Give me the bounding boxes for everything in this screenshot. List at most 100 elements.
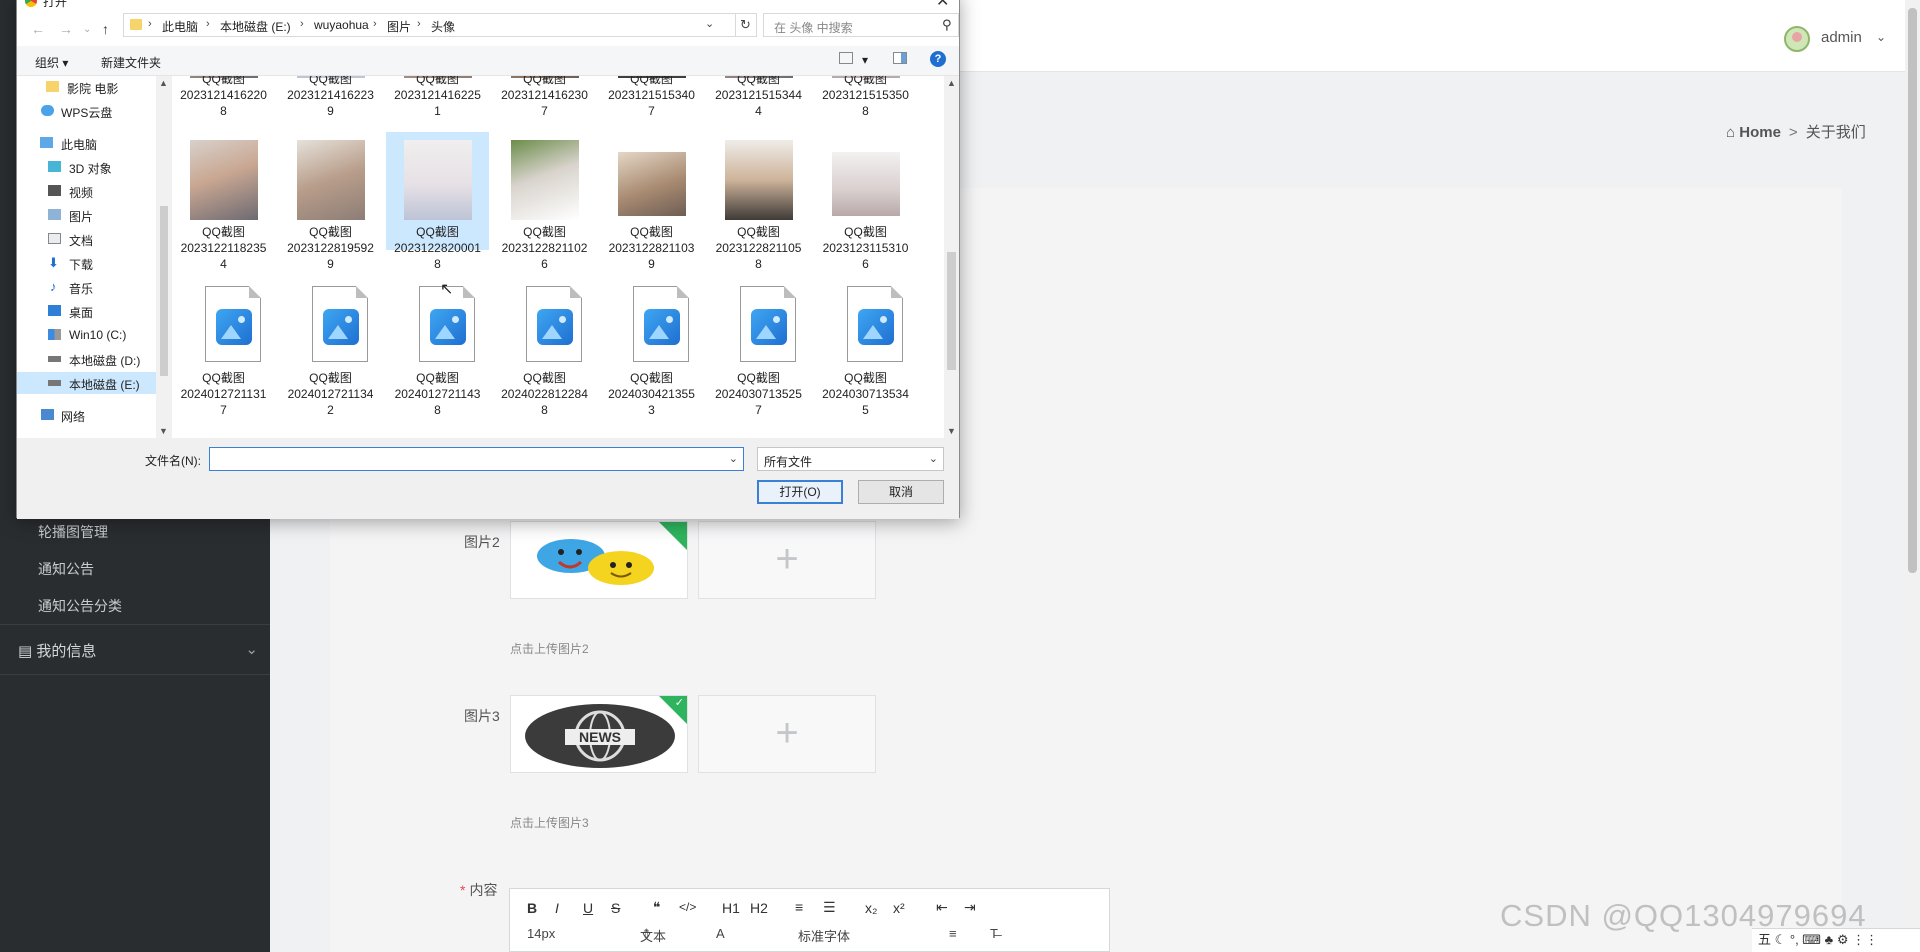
file-tile-selected[interactable]: QQ截图 2023122820001 8 (386, 132, 489, 271)
nav-item-drive-c[interactable]: Win10 (C:) (17, 324, 171, 346)
nav-item-documents[interactable]: 文档 (17, 228, 171, 250)
file-tile[interactable]: QQ截图 2024012721143 8 (386, 278, 489, 417)
open-button[interactable]: 打开(O) (757, 480, 843, 504)
nav-item-downloads[interactable]: ⬇ 下载 (17, 252, 171, 274)
quote-button[interactable]: ❝ (653, 899, 661, 916)
underline-button[interactable]: U (583, 900, 593, 916)
file-tile[interactable]: QQ截图 2024012721134 2 (279, 278, 382, 417)
recent-dropdown-icon[interactable]: ⌄ (83, 24, 91, 35)
cancel-button[interactable]: 取消 (858, 480, 944, 504)
outdent-button[interactable]: ⇤ (936, 899, 948, 916)
sidebar-item-notice[interactable]: 通知公告 (38, 559, 94, 579)
user-menu[interactable]: admin (1821, 29, 1862, 46)
nav-item-network[interactable]: 网络 (17, 404, 171, 426)
nav-item-cinema[interactable]: 影院 电影 (17, 76, 171, 98)
sidebar-group-my-info[interactable]: ▤ 我的信息 ⌄ (18, 640, 258, 661)
nav-item-music[interactable]: ♪ 音乐 (17, 276, 171, 298)
breadcrumb-home[interactable]: Home (1739, 124, 1781, 141)
address-bar[interactable]: › 此电脑 › 本地磁盘 (E:) › wuyaohua › 图片 › 头像 ⌄ (123, 13, 736, 37)
font-family-select[interactable]: 标准字体 (798, 926, 850, 945)
file-tile[interactable]: QQ截图 2023122821102 6 (493, 132, 596, 271)
chevron-down-icon[interactable]: ⌄ (705, 17, 714, 30)
chevron-down-icon[interactable]: ⌄ (1876, 30, 1886, 44)
scroll-up-icon[interactable]: ▲ (947, 78, 956, 88)
rich-text-editor[interactable]: B I U S ❝ </> H1 H2 ≡ ☰ x₂ x² ⇤ ⇥ 14px ⇕… (509, 888, 1110, 952)
path-segment[interactable]: 此电脑 (162, 18, 198, 35)
image2-add-button[interactable]: + (698, 521, 876, 599)
file-tile[interactable]: QQ截图 2023122821105 8 (707, 132, 810, 271)
file-tile[interactable]: QQ截图 2023122819592 9 (279, 132, 382, 271)
file-tile[interactable]: QQ截图 2024030713534 5 (814, 278, 917, 417)
folder-icon (130, 19, 142, 30)
nav-scrollbar-thumb[interactable] (160, 206, 168, 376)
path-segment[interactable]: 图片 (387, 18, 411, 35)
search-box[interactable]: 在 头像 中搜索 ⚲ (763, 13, 959, 37)
nav-item-this-pc[interactable]: 此电脑 (17, 132, 171, 154)
image3-add-button[interactable]: + (698, 695, 876, 773)
new-folder-button[interactable]: 新建文件夹 (101, 54, 161, 71)
image2-label: 图片2 (464, 534, 500, 550)
image3-preview[interactable]: NEWS ✓ (510, 695, 688, 773)
refresh-icon[interactable]: ↻ (735, 13, 757, 37)
page-scrollbar[interactable] (1905, 0, 1920, 952)
path-segment[interactable]: wuyaohua (314, 18, 369, 32)
nav-item-videos[interactable]: 视频 (17, 180, 171, 202)
superscript-button[interactable]: x² (893, 900, 905, 916)
nav-item-drive-d[interactable]: 本地磁盘 (D:) (17, 348, 171, 370)
avatar[interactable] (1784, 26, 1810, 52)
file-tile[interactable]: QQ截图 2023123115310 6 (814, 132, 917, 271)
nav-item-pictures[interactable]: 图片 (17, 204, 171, 226)
scroll-up-icon[interactable]: ▲ (159, 78, 168, 88)
chevron-down-icon[interactable]: ▾ (862, 53, 868, 67)
file-grid-scrollbar-thumb[interactable] (947, 252, 956, 370)
back-icon[interactable]: ← (31, 21, 45, 37)
text-type-label[interactable]: 文本 (640, 926, 666, 945)
ordered-list-button[interactable]: ≡ (795, 899, 803, 915)
strike-button[interactable]: S (611, 900, 620, 916)
file-tile[interactable]: QQ截图 2023122118235 4 (172, 132, 275, 271)
h1-button[interactable]: H1 (722, 900, 740, 916)
chevron-down-icon[interactable]: ⌄ (729, 452, 738, 465)
code-button[interactable]: </> (679, 900, 696, 914)
scroll-down-icon[interactable]: ▼ (947, 426, 956, 436)
nav-scrollbar[interactable]: ▲ ▼ (156, 76, 172, 438)
uploaded-corner (659, 522, 687, 550)
file-tile[interactable]: QQ截图 2024030421355 3 (600, 278, 703, 417)
subscript-button[interactable]: x₂ (865, 900, 877, 916)
clear-format-icon[interactable]: T̶ (990, 926, 998, 941)
close-icon[interactable]: ✕ (936, 0, 949, 11)
help-icon[interactable]: ? (930, 51, 946, 67)
file-tile[interactable]: QQ截图 2023122821103 9 (600, 132, 703, 271)
nav-item-desktop[interactable]: 桌面 (17, 300, 171, 322)
sidebar-item-carousel[interactable]: 轮播图管理 (38, 522, 108, 542)
up-icon[interactable]: ↑ (102, 21, 109, 37)
path-segment[interactable]: 头像 (431, 18, 455, 35)
nav-item-3d[interactable]: 3D 对象 (17, 156, 171, 178)
align-icon[interactable]: ≡ (949, 926, 957, 941)
indent-button[interactable]: ⇥ (964, 899, 976, 916)
file-tile[interactable]: QQ截图 2024012721131 7 (172, 278, 275, 417)
font-size-select[interactable]: 14px (527, 926, 555, 941)
file-tile[interactable]: QQ截图 2024030713525 7 (707, 278, 810, 417)
nav-item-drive-e[interactable]: 本地磁盘 (E:) (17, 372, 171, 394)
view-mode-icon[interactable] (839, 52, 853, 64)
file-grid-scrollbar[interactable]: ▲ ▼ (944, 76, 959, 438)
scroll-down-icon[interactable]: ▼ (159, 426, 168, 436)
file-tile[interactable]: QQ截图 2024022812284 8 (493, 278, 596, 417)
path-segment[interactable]: 本地磁盘 (E:) (220, 18, 291, 35)
sidebar-item-notice-category[interactable]: 通知公告分类 (38, 596, 122, 616)
bullet-list-button[interactable]: ☰ (823, 899, 836, 916)
forward-icon[interactable]: → (59, 21, 73, 37)
nav-item-wps[interactable]: WPS云盘 (17, 100, 171, 122)
filetype-select[interactable]: 所有文件 ⌄ (757, 447, 944, 471)
bold-button[interactable]: B (527, 900, 537, 916)
preview-pane-icon[interactable] (893, 52, 907, 64)
font-color-icon[interactable]: A (716, 926, 725, 941)
filename-input[interactable]: ⌄ (209, 447, 744, 471)
dialog-title: 打开 (43, 0, 68, 9)
image2-preview[interactable] (510, 521, 688, 599)
organize-button[interactable]: 组织 ▾ (35, 54, 68, 71)
italic-button[interactable]: I (555, 900, 559, 916)
page-scrollbar-thumb[interactable] (1908, 8, 1917, 573)
h2-button[interactable]: H2 (750, 900, 768, 916)
